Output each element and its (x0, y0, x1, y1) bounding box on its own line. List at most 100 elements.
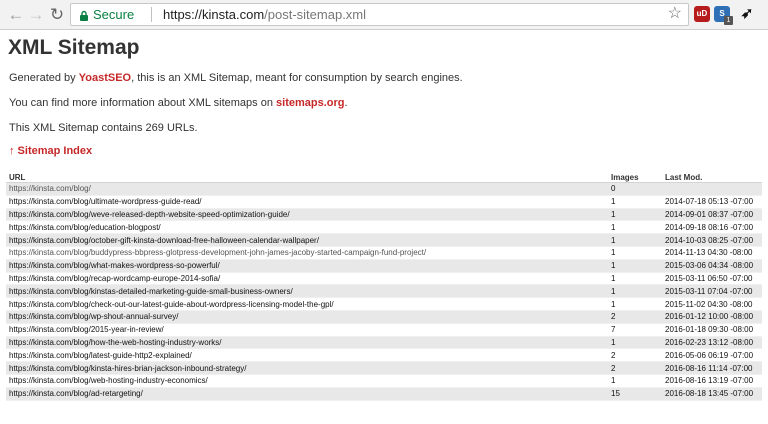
sitemap-url-link[interactable]: https://kinsta.com/blog/ad-retargeting/ (6, 387, 608, 401)
last-modified: 2016-02-23 13:12 -08:00 (662, 336, 762, 350)
url-column-header: URL (6, 172, 608, 183)
bookmark-star-icon[interactable]: ☆ (668, 5, 682, 23)
page-title: XML Sitemap (8, 36, 140, 59)
last-modified: 2014-09-01 08:37 -07:00 (662, 208, 762, 222)
table-row: https://kinsta.com/blog/recap-wordcamp-e… (6, 272, 762, 286)
last-modified: 2015-03-11 07:04 -07:00 (662, 284, 762, 299)
table-row: https://kinsta.com/blog/check-out-our-la… (6, 297, 762, 311)
image-count: 1 (608, 272, 662, 286)
more-prefix: You can find more information about XML … (9, 97, 277, 109)
sitemap-url-link[interactable]: https://kinsta.com/blog/wp-shout-annual-… (6, 310, 608, 324)
sitemap-url-link[interactable]: https://kinsta.com/blog/weve-released-de… (6, 208, 608, 222)
image-count: 1 (608, 246, 662, 260)
image-count: 1 (608, 208, 662, 222)
sitemap-table: URL Images Last Mod. https://kinsta.com/… (6, 172, 762, 401)
address-bar[interactable]: Secure https://kinsta.com/post-sitemap.x… (70, 3, 689, 26)
ublock-extension-icon[interactable]: uD (694, 6, 710, 22)
browser-toolbar: ← → ↻ Secure https://kinsta.com/post-sit… (0, 0, 768, 30)
table-row: https://kinsta.com/blog/ad-retargeting/1… (6, 387, 762, 401)
last-modified: 2016-01-18 09:30 -08:00 (662, 323, 762, 337)
lock-icon (79, 9, 89, 27)
intro-suffix: , this is an XML Sitemap, meant for cons… (131, 72, 463, 84)
image-count: 15 (608, 387, 662, 401)
last-mod-column-header: Last Mod. (662, 172, 762, 183)
table-row: https://kinsta.com/blog/kinstas-detailed… (6, 284, 762, 299)
image-count: 0 (608, 182, 662, 196)
url-count-text: This XML Sitemap contains 269 URLs. (9, 122, 198, 134)
image-count: 7 (608, 323, 662, 337)
image-count: 2 (608, 310, 662, 324)
last-modified: 2016-08-16 13:19 -07:00 (662, 374, 762, 388)
image-count: 1 (608, 284, 662, 299)
table-row: https://kinsta.com/blog/buddypress-bbpre… (6, 246, 762, 260)
last-modified: 2015-03-06 04:34 -08:00 (662, 259, 762, 273)
last-modified: 2014-11-13 04:30 -08:00 (662, 246, 762, 260)
sitemap-url-link[interactable]: https://kinsta.com/blog/kinsta-hires-bri… (6, 361, 608, 375)
image-count: 1 (608, 374, 662, 388)
image-count: 1 (608, 297, 662, 311)
last-modified: 2016-08-16 11:14 -07:00 (662, 361, 762, 375)
extension-badge: 1 (724, 16, 733, 25)
url-text[interactable]: https://kinsta.com/post-sitemap.xml (163, 7, 366, 22)
url-path: /post-sitemap.xml (264, 7, 367, 22)
table-row: https://kinsta.com/blog/october-gift-kin… (6, 233, 762, 247)
last-modified: 2015-11-02 04:30 -08:00 (662, 297, 762, 311)
sitemap-url-link[interactable]: https://kinsta.com/blog/check-out-our-la… (6, 297, 608, 311)
sitemap-url-link[interactable]: https://kinsta.com/blog/october-gift-kin… (6, 233, 608, 247)
more-suffix: . (344, 97, 348, 109)
sitemap-url-link[interactable]: https://kinsta.com/blog/2015-year-in-rev… (6, 323, 608, 337)
sitemaps-org-link[interactable]: sitemaps.org (276, 97, 344, 109)
last-modified: 2015-03-11 06:50 -07:00 (662, 272, 762, 286)
forward-icon[interactable]: → (26, 5, 46, 25)
table-row: https://kinsta.com/blog/education-blogpo… (6, 220, 762, 235)
table-header-row: URL Images Last Mod. (6, 172, 762, 183)
last-modified (662, 182, 762, 196)
reload-icon[interactable]: ↻ (47, 5, 67, 25)
table-row: https://kinsta.com/blog/kinsta-hires-bri… (6, 361, 762, 375)
image-count: 1 (608, 259, 662, 273)
last-modified: 2014-10-03 08:25 -07:00 (662, 233, 762, 247)
more-info-text: You can find more information about XML … (9, 97, 348, 109)
table-body: https://kinsta.com/blog/0 https://kinsta.… (6, 182, 762, 401)
image-count: 2 (608, 361, 662, 375)
table-row: https://kinsta.com/blog/web-hosting-indu… (6, 374, 762, 388)
sitemap-url-link[interactable]: https://kinsta.com/blog/education-blogpo… (6, 220, 608, 235)
sitemap-url-link[interactable]: https://kinsta.com/blog/latest-guide-htt… (6, 348, 608, 363)
last-modified: 2016-05-06 06:19 -07:00 (662, 348, 762, 363)
table-row: https://kinsta.com/blog/latest-guide-htt… (6, 348, 762, 363)
bird-extension-icon[interactable]: ➶ (738, 5, 756, 22)
sitemap-url-link[interactable]: https://kinsta.com/blog/how-the-web-host… (6, 336, 608, 350)
table-row: https://kinsta.com/blog/weve-released-de… (6, 208, 762, 222)
table-row: https://kinsta.com/blog/ultimate-wordpre… (6, 195, 762, 209)
image-count: 1 (608, 336, 662, 350)
sitemap-index-link[interactable]: ↑ Sitemap Index (9, 145, 92, 157)
last-modified: 2014-07-18 05:13 -07:00 (662, 195, 762, 209)
table-row: https://kinsta.com/blog/what-makes-wordp… (6, 259, 762, 273)
sitemap-url-link[interactable]: https://kinsta.com/blog/what-makes-wordp… (6, 259, 608, 273)
back-icon[interactable]: ← (6, 5, 26, 25)
url-host: https://kinsta.com (163, 7, 265, 22)
secure-label: Secure (93, 7, 135, 22)
image-count: 1 (608, 220, 662, 235)
sitemap-url-link[interactable]: https://kinsta.com/blog/web-hosting-indu… (6, 374, 608, 388)
sitemap-url-link[interactable]: https://kinsta.com/blog/kinstas-detailed… (6, 284, 608, 299)
image-count: 1 (608, 233, 662, 247)
sitemap-url-link[interactable]: https://kinsta.com/blog/ultimate-wordpre… (6, 195, 608, 209)
intro-text: Generated by YoastSEO, this is an XML Si… (9, 72, 463, 84)
last-modified: 2016-08-18 13:45 -07:00 (662, 387, 762, 401)
sitemap-url-link[interactable]: https://kinsta.com/blog/buddypress-bbpre… (6, 246, 608, 260)
table-row: https://kinsta.com/blog/0 (6, 182, 762, 196)
last-modified: 2016-01-12 10:00 -08:00 (662, 310, 762, 324)
image-count: 1 (608, 195, 662, 209)
images-column-header: Images (608, 172, 662, 183)
table-row: https://kinsta.com/blog/how-the-web-host… (6, 336, 762, 350)
intro-prefix: Generated by (9, 72, 79, 84)
yoast-link[interactable]: YoastSEO (79, 72, 131, 84)
image-count: 2 (608, 348, 662, 363)
sitemap-url-link[interactable]: https://kinsta.com/blog/recap-wordcamp-e… (6, 272, 608, 286)
table-row: https://kinsta.com/blog/wp-shout-annual-… (6, 310, 762, 324)
sitemap-url-link[interactable]: https://kinsta.com/blog/ (6, 182, 608, 196)
last-modified: 2014-09-18 08:16 -07:00 (662, 220, 762, 235)
table-row: https://kinsta.com/blog/2015-year-in-rev… (6, 323, 762, 337)
address-divider (151, 7, 152, 22)
